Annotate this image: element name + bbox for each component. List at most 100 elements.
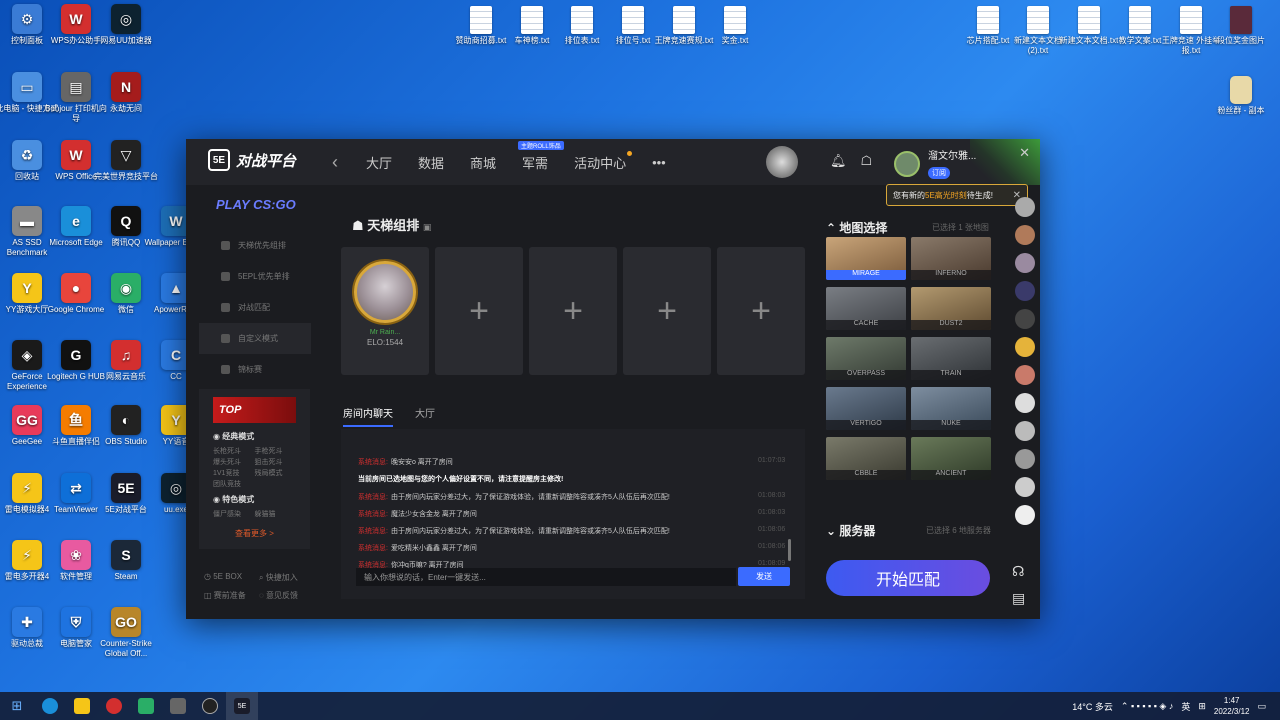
- map-card-mirage[interactable]: MIRAGE: [826, 237, 906, 280]
- friends-list: [1010, 197, 1040, 525]
- friend-avatar[interactable]: [1015, 253, 1035, 273]
- top-game-banner[interactable]: TOP: [213, 397, 296, 423]
- user-profile[interactable]: 溜文尔雅... 订阅: [894, 147, 976, 180]
- see-more-link[interactable]: 查看更多 >: [213, 528, 296, 539]
- sidebar-menu-item[interactable]: 锦标赛: [199, 354, 311, 385]
- classic-mode-item[interactable]: 团队竞技: [213, 479, 255, 490]
- subscribe-badge[interactable]: 订阅: [928, 167, 950, 179]
- classic-mode-item[interactable]: [255, 479, 297, 490]
- friend-avatar[interactable]: [1015, 393, 1035, 413]
- map-card-cache[interactable]: CACHE: [826, 287, 906, 330]
- friend-avatar[interactable]: [1015, 365, 1035, 385]
- highlight-notice[interactable]: 您有新的 5E高光时刻 待生成! ✕: [886, 184, 1028, 206]
- special-mode-item[interactable]: 僵尸感染: [213, 509, 255, 520]
- chat-bubble-icon[interactable]: ▤: [1012, 590, 1025, 607]
- steam-icon: S: [111, 540, 141, 570]
- classic-mode-item[interactable]: 残局模式: [255, 468, 297, 479]
- classic-mode-item[interactable]: 狙击死斗: [255, 457, 297, 468]
- desktop-shortcut[interactable]: N 永劫无间: [93, 72, 159, 114]
- friend-avatar[interactable]: [1015, 337, 1035, 357]
- desktop-shortcut[interactable]: GO Counter-Strike Global Off...: [93, 607, 159, 659]
- nav-data[interactable]: 数据: [418, 153, 444, 172]
- map-card-train[interactable]: TRAIN: [911, 337, 991, 380]
- input-method-icon[interactable]: ⊞: [1198, 701, 1206, 712]
- desktop-shortcut[interactable]: ▽ 完美世界竞技平台: [93, 140, 159, 182]
- notifications-icon[interactable]: ▭: [1257, 701, 1266, 712]
- map-card-inferno[interactable]: INFERNO: [911, 237, 991, 280]
- map-card-cbble[interactable]: CBBLE: [826, 437, 906, 480]
- quick-join-link[interactable]: ⌕ 快捷加入: [259, 572, 314, 583]
- friend-avatar[interactable]: [1015, 309, 1035, 329]
- close-icon[interactable]: ✕: [1019, 145, 1030, 161]
- sidebar-menu-item[interactable]: 5EPL优先单排: [199, 261, 311, 292]
- sidebar-menu-item[interactable]: 天梯优先组排: [199, 230, 311, 261]
- taskbar-5e-icon[interactable]: 5E: [226, 692, 258, 720]
- classic-mode-item[interactable]: 长枪死斗: [213, 446, 255, 457]
- send-button[interactable]: 发送: [738, 567, 790, 586]
- taskbar-obs-icon[interactable]: [194, 692, 226, 720]
- taskbar-netease-icon[interactable]: [98, 692, 130, 720]
- start-match-button[interactable]: 开始匹配: [826, 560, 990, 596]
- chat-scrollbar[interactable]: [788, 539, 791, 561]
- weather[interactable]: 14°C 多云: [1072, 700, 1113, 713]
- map-card-vertigo[interactable]: VERTIGO: [826, 387, 906, 430]
- taskbar-yy-icon[interactable]: [66, 692, 98, 720]
- empty-slot[interactable]: +: [435, 247, 523, 375]
- map-select-title[interactable]: ⌃ 地图选择: [826, 219, 887, 236]
- taskbar-edge-icon[interactable]: [34, 692, 66, 720]
- taskbar-wechat-icon[interactable]: [130, 692, 162, 720]
- map-card-overpass[interactable]: OVERPASS: [826, 337, 906, 380]
- bell-icon[interactable]: 🔔︎: [830, 153, 847, 169]
- desktop-shortcut[interactable]: ◎ 网易UU加速器: [93, 4, 159, 46]
- back-button[interactable]: ‹: [332, 152, 338, 173]
- classic-mode-item[interactable]: 1V1竞技: [213, 468, 255, 479]
- nav-store[interactable]: 商城: [470, 153, 496, 172]
- 5e-box-link[interactable]: ◷ 5E BOX: [204, 572, 259, 583]
- friend-avatar[interactable]: [1015, 197, 1035, 217]
- desktop-file[interactable]: 段位奖金图片: [1208, 6, 1274, 46]
- message-icon[interactable]: ☖: [861, 153, 873, 169]
- windows-start-icon[interactable]: ⊞: [0, 698, 34, 714]
- pre-match-link[interactable]: ◫ 赛前准备: [204, 590, 259, 601]
- map-card-dust2[interactable]: DUST2: [911, 287, 991, 330]
- tab-hall-chat[interactable]: 大厅: [415, 405, 435, 427]
- clock[interactable]: 1:47 2022/3/12: [1214, 695, 1250, 717]
- friend-avatar[interactable]: [1015, 225, 1035, 245]
- special-mode-item[interactable]: 躲猫猫: [255, 509, 297, 520]
- classic-mode-item[interactable]: 爆头死斗: [213, 457, 255, 468]
- taskbar-app-icon[interactable]: [162, 692, 194, 720]
- empty-slot[interactable]: +: [623, 247, 711, 375]
- feedback-link[interactable]: ◌ 意见反馈: [259, 590, 314, 601]
- friend-avatar[interactable]: [1015, 477, 1035, 497]
- desktop-file[interactable]: 奖金.txt: [702, 6, 768, 46]
- tray-icons[interactable]: ⌃ ▪ ▪ ▪ ▪ ▪ ◈ ♪: [1121, 701, 1173, 712]
- desktop-shortcut[interactable]: S Steam: [93, 540, 159, 582]
- nav-supply[interactable]: 主题ROLL饰品 军需: [518, 140, 564, 172]
- empty-slot[interactable]: +: [717, 247, 805, 375]
- friend-avatar[interactable]: [1015, 421, 1035, 441]
- sidebar-menu-item[interactable]: 自定义模式: [199, 323, 311, 354]
- more-menu-button[interactable]: •••: [652, 155, 666, 170]
- map-card-ancient[interactable]: ANCIENT: [911, 437, 991, 480]
- player-slot[interactable]: Mr Rain... ELO:1544: [341, 247, 429, 375]
- tab-room-chat[interactable]: 房间内聊天: [343, 405, 393, 427]
- empty-slot[interactable]: +: [529, 247, 617, 375]
- special-modes-title: ◉ 特色模式: [213, 495, 255, 504]
- friend-avatar[interactable]: [1015, 449, 1035, 469]
- server-title[interactable]: ⌄ 服务器: [826, 522, 875, 539]
- text-file-icon: [521, 6, 543, 34]
- chat-input[interactable]: 输入你想说的话，Enter一键发送...: [356, 568, 736, 586]
- friend-avatar[interactable]: [1015, 505, 1035, 525]
- sidebar-menu-item[interactable]: 对战匹配: [199, 292, 311, 323]
- rank-emblem-icon[interactable]: [766, 146, 798, 178]
- nav-hall[interactable]: 大厅: [366, 153, 392, 172]
- headset-icon[interactable]: ☊: [1012, 563, 1025, 580]
- friend-avatar[interactable]: [1015, 281, 1035, 301]
- nav-events[interactable]: 活动中心: [574, 150, 633, 172]
- map-card-nuke[interactable]: NUKE: [911, 387, 991, 430]
- app-logo[interactable]: 5E 对战平台: [208, 149, 296, 171]
- input-language[interactable]: 英: [1181, 700, 1190, 713]
- message-text: 由于房间内玩家分差过大，为了保证游戏体验，请重新调整阵容或凑齐5人队伍后再次匹配…: [390, 494, 670, 501]
- desktop-shortcut-fans-group[interactable]: 粉丝群 - 副本: [1208, 76, 1274, 116]
- classic-mode-item[interactable]: 手枪死斗: [255, 446, 297, 457]
